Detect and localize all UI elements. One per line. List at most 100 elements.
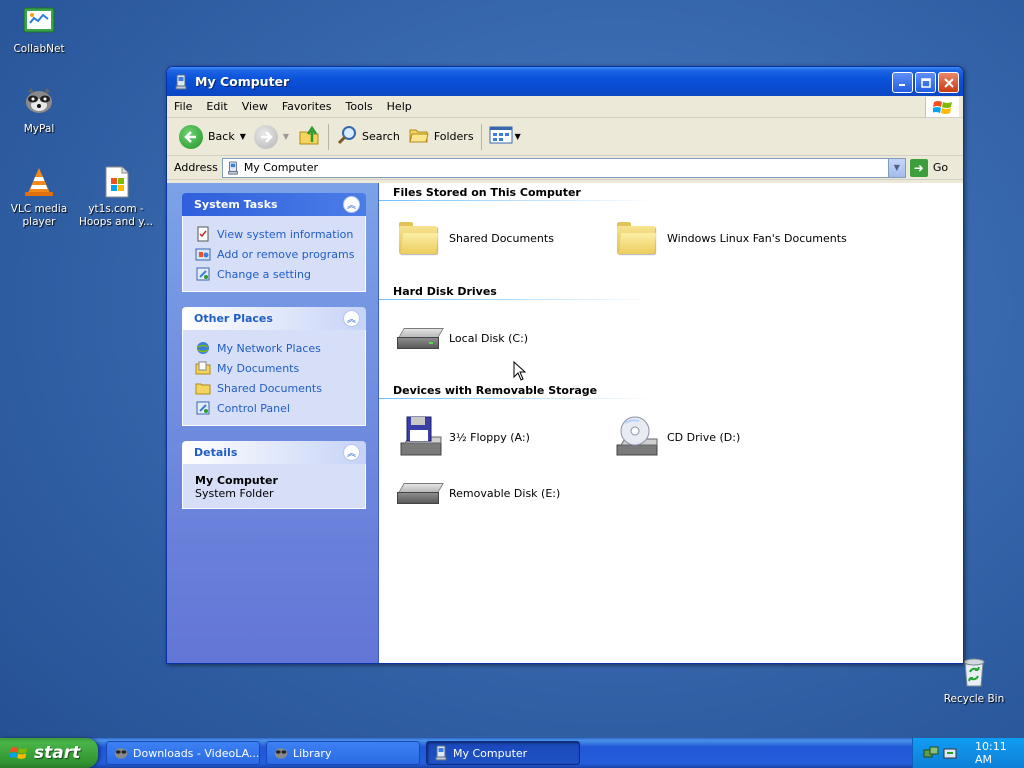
menu-tools[interactable]: Tools [339, 100, 380, 113]
details-type: System Folder [195, 487, 274, 500]
task-label: My Computer [453, 746, 528, 760]
menu-file[interactable]: File [167, 100, 199, 113]
my-computer-icon [226, 160, 240, 175]
details-name: My Computer [195, 474, 278, 487]
shared-documents-link[interactable]: Shared Documents [195, 378, 355, 398]
close-icon [939, 73, 958, 92]
menu-edit[interactable]: Edit [199, 100, 234, 113]
address-field[interactable]: My Computer ▼ [221, 157, 906, 178]
taskbar-item-library[interactable]: Library [266, 741, 420, 765]
desktop-icon-label: VLC media player [10, 203, 68, 228]
forward-dropdown-icon[interactable]: ▼ [283, 132, 289, 141]
address-dropdown-icon[interactable]: ▼ [887, 158, 905, 177]
maximize-button[interactable] [915, 72, 936, 93]
toolbar-separator [328, 123, 330, 150]
views-icon [489, 125, 513, 148]
details-header[interactable]: Details ︽ [182, 441, 366, 464]
maximize-icon [916, 73, 935, 92]
back-button[interactable]: Back ▼ [175, 122, 250, 152]
my-computer-icon [173, 74, 189, 90]
desktop-icon-label: yt1s.com - Hoops and y... [78, 203, 154, 228]
start-label: start [34, 743, 81, 763]
desktop-icon-label: Recycle Bin [943, 693, 1005, 705]
windows-flag-icon [9, 744, 28, 762]
removable-disk-e-item[interactable]: Removable Disk (E:) [395, 469, 560, 517]
control-panel-icon [195, 400, 211, 416]
taskbar: start Downloads - VideoLA... Library My … [0, 738, 1024, 768]
hard-drive-icon [395, 314, 444, 362]
floppy-drive-icon [395, 413, 443, 461]
address-bar: Address My Computer ▼ ➜ Go [167, 156, 963, 180]
toolbar-separator [480, 123, 482, 150]
local-disk-c-item[interactable]: Local Disk (C:) [395, 314, 528, 362]
link-label: Change a setting [217, 267, 311, 281]
network-places-icon [195, 340, 211, 356]
minimize-button[interactable] [892, 72, 913, 93]
group-header-removable: Devices with Removable Storage [393, 384, 598, 397]
group-divider [379, 200, 654, 201]
system-tasks-header[interactable]: System Tasks ︽ [182, 193, 366, 216]
other-places-header[interactable]: Other Places ︽ [182, 307, 366, 330]
standard-toolbar: Back ▼ ▼ Search Folders ▼ [167, 118, 963, 156]
group-header-hdd: Hard Disk Drives [393, 285, 497, 298]
clock[interactable]: 10:11 AM [975, 740, 1024, 766]
up-folder-button[interactable] [293, 122, 325, 152]
collapse-chevron-icon[interactable]: ︽ [343, 196, 360, 213]
window-content: System Tasks ︽ View system information A… [167, 183, 963, 663]
address-label: Address [174, 161, 218, 174]
item-label: Removable Disk (E:) [449, 486, 561, 500]
other-places-title: Other Places [194, 312, 273, 325]
change-setting-link[interactable]: Change a setting [195, 264, 355, 284]
group-divider [379, 299, 654, 300]
search-button[interactable]: Search [332, 122, 404, 152]
menu-view[interactable]: View [235, 100, 275, 113]
item-label: Local Disk (C:) [449, 331, 529, 345]
window-title: My Computer [195, 74, 290, 89]
file-list-pane[interactable]: Files Stored on This Computer Shared Doc… [379, 183, 963, 663]
title-bar[interactable]: My Computer [167, 67, 963, 96]
view-system-info-link[interactable]: View system information [195, 224, 355, 244]
cd-drive-d-item[interactable]: CD Drive (D:) [613, 413, 740, 461]
add-remove-programs-icon [195, 246, 211, 262]
views-button[interactable]: ▼ [485, 122, 525, 152]
my-documents-icon [195, 360, 211, 376]
desktop-icon-yt1s[interactable]: yt1s.com - Hoops and y... [76, 166, 156, 229]
task-label: Downloads - VideoLA... [133, 746, 260, 760]
folders-button[interactable]: Folders [404, 122, 478, 152]
user-documents-item[interactable]: Windows Linux Fan's Documents [613, 214, 847, 262]
my-computer-window[interactable]: My Computer File Edit View Favorites Too… [166, 66, 964, 664]
menu-favorites[interactable]: Favorites [275, 100, 339, 113]
floppy-a-item[interactable]: 3½ Floppy (A:) [395, 413, 530, 461]
forward-button[interactable]: ▼ [250, 122, 293, 152]
forward-arrow-icon [253, 124, 278, 149]
item-label: CD Drive (D:) [667, 430, 741, 444]
go-button[interactable]: ➜ Go [909, 158, 949, 177]
my-network-places-link[interactable]: My Network Places [195, 338, 355, 358]
control-panel-link[interactable]: Control Panel [195, 398, 355, 418]
menu-bar: File Edit View Favorites Tools Help [167, 96, 963, 118]
details-panel: Details ︽ My Computer System Folder [182, 441, 366, 509]
close-button[interactable] [938, 72, 959, 93]
collapse-chevron-icon[interactable]: ︽ [343, 310, 360, 327]
search-label: Search [362, 130, 400, 143]
safely-remove-hardware-icon[interactable] [942, 745, 958, 761]
go-label: Go [932, 161, 949, 174]
network-tray-icon[interactable] [923, 745, 939, 761]
back-dropdown-icon[interactable]: ▼ [240, 132, 246, 141]
taskbar-item-downloads[interactable]: Downloads - VideoLA... [106, 741, 260, 765]
views-dropdown-icon[interactable]: ▼ [515, 132, 521, 141]
collapse-chevron-icon[interactable]: ︽ [343, 444, 360, 461]
add-remove-programs-link[interactable]: Add or remove programs [195, 244, 355, 264]
desktop-icon-mypal[interactable]: MyPal [0, 86, 79, 136]
go-arrow-icon: ➜ [909, 158, 928, 177]
link-label: Control Panel [217, 401, 290, 415]
start-button[interactable]: start [0, 738, 98, 768]
folders-label: Folders [433, 130, 474, 143]
shared-documents-item[interactable]: Shared Documents [395, 214, 554, 262]
mypal-raccoon-icon [22, 86, 56, 120]
my-documents-link[interactable]: My Documents [195, 358, 355, 378]
desktop-icon-collabnet[interactable]: CollabNet [0, 6, 79, 56]
desktop-icon-vlc[interactable]: VLC media player [0, 166, 79, 229]
menu-help[interactable]: Help [380, 100, 419, 113]
taskbar-item-my-computer[interactable]: My Computer [426, 741, 580, 765]
